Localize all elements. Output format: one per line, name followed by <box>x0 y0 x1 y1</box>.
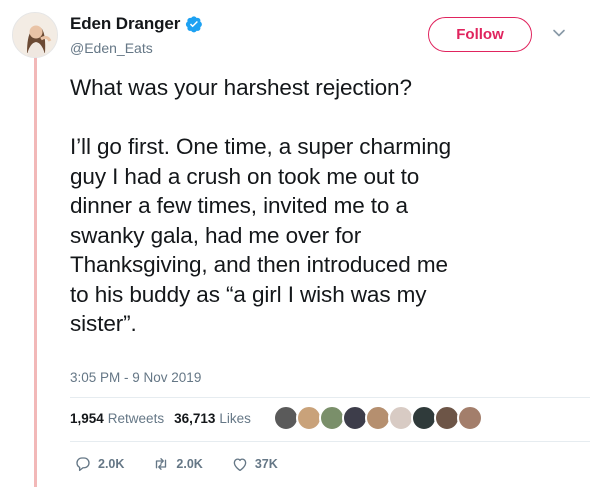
liker-avatar[interactable] <box>457 405 483 431</box>
likes-count: 36,713 <box>174 411 216 426</box>
retweet-icon <box>156 458 167 470</box>
liker-avatars[interactable] <box>273 405 483 431</box>
tweet-actions: 2.0K 2.0K 37K <box>74 455 306 473</box>
tweet-line: to his buddy as “a girl I wish was my <box>70 281 427 307</box>
like-count: 37K <box>254 457 278 471</box>
display-name[interactable]: Eden Dranger <box>70 14 180 34</box>
divider <box>70 397 590 398</box>
retweet-count: 2.0K <box>176 457 203 471</box>
thread-line <box>34 56 37 487</box>
retweets-label: Retweets <box>107 411 165 426</box>
avatar-image <box>13 13 57 57</box>
tweet-line: sister”. <box>70 311 137 336</box>
reply-count: 2.0K <box>98 457 125 471</box>
tweet-timestamp[interactable]: 3:05 PM - 9 Nov 2019 <box>70 370 201 385</box>
tweet-line: I’ll go first. One time, a super charmin… <box>70 134 452 159</box>
reply-icon <box>76 457 90 472</box>
avatar[interactable] <box>12 12 58 58</box>
divider <box>70 441 590 442</box>
reply-button[interactable]: 2.0K <box>74 455 124 473</box>
author-name-row: Eden Dranger <box>70 14 203 34</box>
tweet-text: What was your harshest rejection? I’ll g… <box>70 73 575 339</box>
like-button[interactable]: 37K <box>231 455 278 473</box>
retweets-stat[interactable]: 1,954 Retweets <box>70 411 164 426</box>
verified-badge-icon <box>186 16 203 33</box>
follow-button[interactable]: Follow <box>428 17 532 52</box>
like-heart-icon <box>233 458 247 472</box>
tweet-line: dinner a few times, invited me to a <box>70 193 408 218</box>
author-handle[interactable]: @Eden_Eats <box>70 40 153 56</box>
tweet-line: swanky gala, had me over for <box>70 222 362 248</box>
retweet-button[interactable]: 2.0K <box>152 455 203 473</box>
engagement-stats: 1,954 Retweets 36,713 Likes <box>70 411 251 426</box>
tweet-line: Thanksgiving, and then introduced me <box>70 252 448 277</box>
chevron-down-icon[interactable] <box>552 26 566 40</box>
tweet-line: guy I had a crush on took me out to <box>70 163 420 189</box>
likes-label: Likes <box>219 411 251 426</box>
tweet-line: What was your harshest rejection? <box>70 75 412 100</box>
likes-stat[interactable]: 36,713 Likes <box>174 411 251 426</box>
retweets-count: 1,954 <box>70 411 104 426</box>
